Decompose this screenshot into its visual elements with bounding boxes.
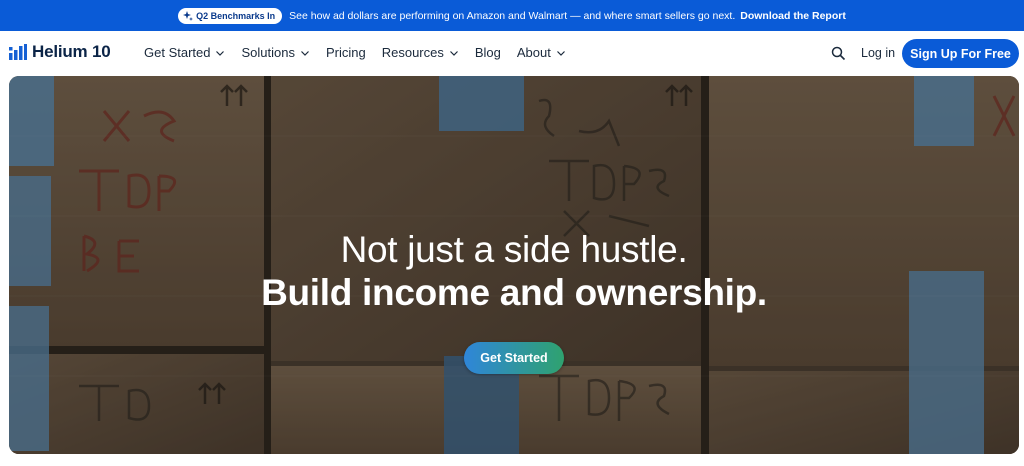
nav-item-pricing[interactable]: Pricing bbox=[326, 45, 366, 60]
badge-label: Q2 Benchmarks In bbox=[196, 10, 276, 21]
nav-item-label: Resources bbox=[381, 45, 444, 60]
hero-title: Not just a side hustle. bbox=[340, 229, 688, 270]
nav-item-label: Solutions bbox=[241, 45, 295, 60]
hero-section: Not just a side hustle. Build income and… bbox=[9, 76, 1019, 454]
search-icon[interactable] bbox=[831, 46, 846, 61]
nav-item-label: Pricing bbox=[325, 45, 366, 60]
nav-item-get-started[interactable]: Get Started bbox=[144, 45, 225, 60]
nav-item-resources[interactable]: Resources bbox=[382, 45, 459, 60]
nav-item-solutions[interactable]: Solutions bbox=[241, 45, 309, 60]
bar-chart-icon bbox=[9, 44, 27, 60]
announcement-bar: Q2 Benchmarks In See how ad dollars are … bbox=[0, 0, 1024, 31]
nav-item-label: About bbox=[516, 45, 551, 60]
signup-button[interactable]: Sign Up For Free bbox=[902, 39, 1019, 68]
download-report-link[interactable]: Download the Report bbox=[740, 10, 846, 22]
logo-text: Helium 10 bbox=[32, 42, 111, 61]
sparkle-icon bbox=[183, 10, 194, 21]
chevron-down-icon bbox=[216, 50, 225, 56]
chevron-down-icon bbox=[556, 50, 565, 56]
nav-item-blog[interactable]: Blog bbox=[475, 45, 501, 60]
chevron-down-icon bbox=[301, 50, 309, 56]
chevron-down-icon bbox=[449, 50, 458, 56]
helium10-logo[interactable]: Helium 10 bbox=[9, 42, 111, 62]
nav-item-label: Blog bbox=[474, 45, 501, 60]
nav-item-label: Get Started bbox=[144, 45, 211, 60]
hero-subtitle: Build income and ownership. bbox=[261, 272, 767, 313]
nav-item-about[interactable]: About bbox=[517, 45, 566, 60]
get-started-button[interactable]: Get Started bbox=[464, 342, 564, 374]
nav-menu: Get Started Solutions Pricing Resources … bbox=[144, 45, 582, 60]
announcement-message: See how ad dollars are performing on Ama… bbox=[289, 9, 736, 22]
main-navbar: Helium 10 Get Started Solutions Pricing … bbox=[0, 31, 1024, 76]
benchmarks-badge[interactable]: Q2 Benchmarks In bbox=[178, 7, 283, 24]
login-link[interactable]: Log in bbox=[861, 46, 895, 60]
page-content-below bbox=[0, 454, 1024, 466]
